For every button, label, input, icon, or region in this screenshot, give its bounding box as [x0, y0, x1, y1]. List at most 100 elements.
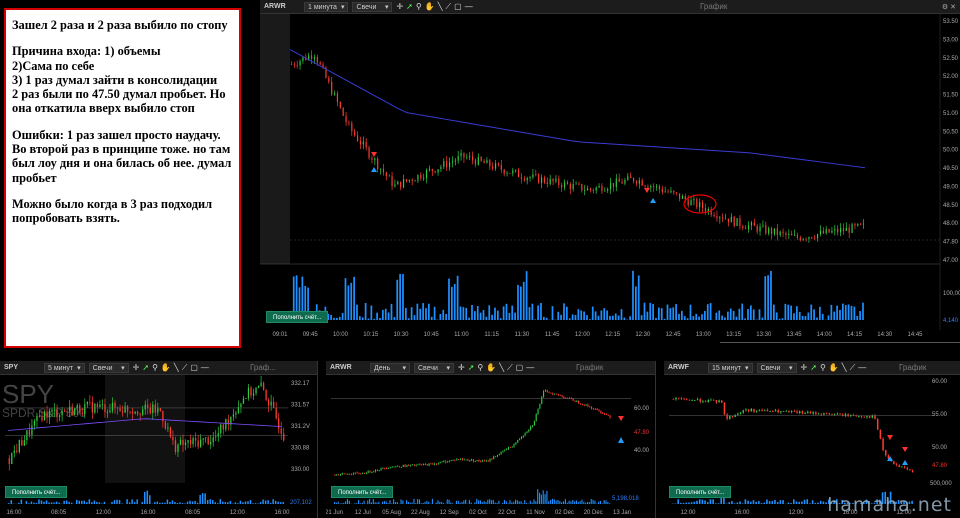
volume-bar — [750, 305, 752, 320]
candle-body — [736, 218, 738, 226]
candle-body — [66, 411, 68, 413]
candle-body — [561, 395, 563, 397]
candle-body — [391, 466, 393, 468]
candle-body — [680, 397, 683, 399]
volume-bar — [524, 500, 526, 504]
volume-bar — [571, 314, 574, 320]
volume-bar — [718, 310, 721, 320]
volume-bar — [749, 501, 752, 504]
volume-bar — [585, 502, 587, 504]
note-line: 3) 1 раз думал зайти в консолидации — [12, 72, 218, 87]
x-tick-label: 11:15 — [484, 332, 499, 338]
candle-body — [745, 227, 747, 229]
candle-body — [658, 185, 661, 190]
main-chart-canvas[interactable]: 53.50 53.00 52.50 52.00 51.50 51.00 50.50 50.00… — [260, 0, 960, 343]
volume-tick-label: 500,000 — [930, 481, 952, 487]
candle-body — [428, 463, 430, 466]
candle-body — [154, 404, 156, 413]
volume-bar — [141, 501, 143, 504]
volume-bar — [359, 503, 361, 504]
volume-bar — [482, 310, 485, 320]
candle-body — [369, 470, 371, 473]
volume-bar — [580, 310, 583, 320]
volume-bar — [347, 285, 350, 320]
candle-body — [834, 228, 836, 231]
volume-bar — [356, 304, 358, 320]
volume-bar — [402, 274, 404, 320]
candle-body — [179, 440, 182, 445]
y-tick-label: 49.00 — [943, 184, 959, 190]
deposit-button[interactable]: Пополнить счёт... — [669, 486, 732, 498]
volume-bar — [796, 306, 798, 320]
note-line: Причина входа: 1) объемы — [12, 44, 161, 59]
candle-body — [506, 449, 508, 451]
volume-bar — [561, 502, 563, 504]
volume-bar — [389, 500, 391, 504]
candle-body — [319, 62, 321, 65]
deposit-button[interactable]: Пополнить счёт... — [5, 486, 68, 498]
volume-bar — [764, 276, 767, 320]
candle-body — [860, 416, 863, 418]
candle-body — [630, 176, 632, 179]
volume-bar — [489, 499, 491, 504]
volume-bar — [481, 502, 483, 504]
volume-bar — [333, 317, 335, 320]
candle-body — [667, 191, 669, 193]
note-line: 2)Сама по себе — [12, 58, 95, 73]
candle-body — [720, 400, 723, 403]
volume-bar — [476, 498, 478, 504]
candle-body — [459, 458, 462, 460]
candle-body — [142, 409, 144, 415]
candle-body — [134, 411, 136, 414]
volume-bar — [242, 502, 244, 504]
candle-body — [602, 413, 604, 414]
candle-body — [691, 400, 693, 401]
y-tick-label: 50.00 — [932, 445, 948, 451]
volume-bar — [479, 500, 481, 504]
volume-bar — [363, 500, 365, 504]
volume-bar — [372, 499, 374, 504]
volume-bar — [605, 500, 607, 504]
volume-bar — [819, 306, 821, 320]
candle-body — [694, 400, 696, 401]
candle-body — [250, 387, 252, 396]
candle-body — [451, 161, 454, 163]
candle-body — [807, 411, 809, 414]
candle-body — [704, 207, 707, 212]
y-tick-label: 53.00 — [943, 37, 959, 43]
volume-bar — [400, 499, 402, 504]
volume-bar — [485, 316, 488, 320]
candle-body — [569, 184, 571, 190]
volume-bar — [96, 501, 98, 504]
candle-body — [624, 179, 626, 184]
candle-body — [655, 185, 658, 187]
candle-body — [898, 465, 900, 468]
volume-bar — [86, 502, 88, 504]
volume-bar — [586, 315, 588, 320]
candle-body — [360, 473, 362, 475]
volume-bar — [257, 503, 259, 504]
volume-bar — [345, 501, 347, 504]
candle-body — [808, 237, 810, 240]
candle-body — [443, 161, 445, 167]
volume-bar — [724, 317, 726, 320]
deposit-button[interactable]: Пополнить счёт... — [331, 486, 394, 498]
candle-body — [51, 410, 53, 412]
candle-body — [609, 183, 612, 190]
candle-body — [780, 411, 782, 413]
volume-bar — [816, 317, 818, 320]
volume-bar — [269, 503, 272, 504]
volume-bar — [384, 308, 387, 320]
volume-bar — [18, 502, 20, 504]
volume-bar — [430, 316, 433, 320]
buy-marker-icon — [902, 460, 908, 465]
volume-bar — [747, 309, 749, 320]
candle-body — [242, 398, 245, 404]
candle-body — [702, 401, 704, 403]
volume-bar — [782, 500, 784, 504]
candle-body — [18, 440, 20, 452]
deposit-button[interactable]: Пополнить счёт... — [266, 311, 329, 323]
x-tick-label: 10:30 — [393, 332, 409, 338]
volume-bar — [511, 502, 513, 504]
candle-body — [245, 398, 247, 399]
